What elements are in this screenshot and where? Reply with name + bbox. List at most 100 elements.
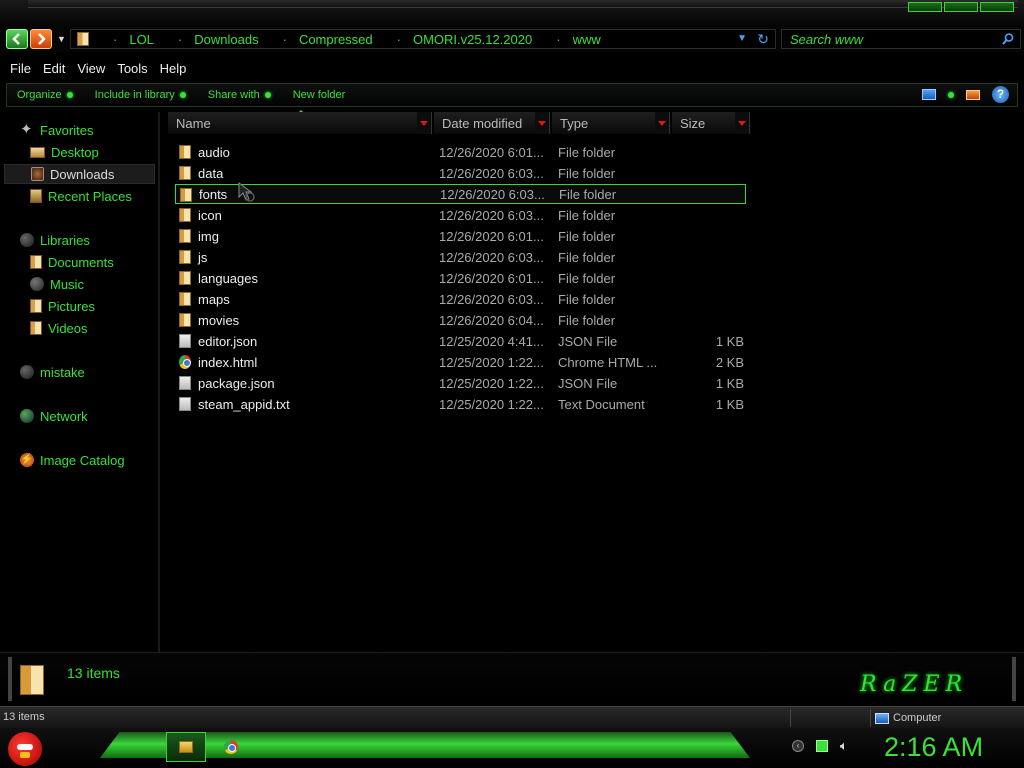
file-size: 1 KB [715, 333, 744, 349]
taskbar-chrome-button[interactable] [224, 740, 238, 754]
dropdown-dot-icon [264, 92, 271, 98]
file-date: 12/26/2020 6:03... [439, 207, 544, 223]
recent-places-icon [30, 189, 42, 203]
network-tray-icon[interactable] [816, 740, 828, 752]
file-icon [179, 334, 191, 348]
breadcrumb-item[interactable]: · Compressed [271, 32, 373, 47]
address-bar[interactable]: · LOL · Downloads · Compressed · OMORI.v25.1… [70, 29, 776, 49]
file-row[interactable]: maps 12/26/2020 6:03... File folder [175, 289, 746, 309]
column-filter-button[interactable] [417, 112, 431, 134]
file-name: img [198, 228, 219, 244]
maximize-button[interactable] [944, 2, 978, 12]
share-label: Share with [207, 89, 260, 101]
column-filter-button[interactable] [655, 112, 669, 134]
new-folder-button[interactable]: New folder [293, 89, 346, 101]
file-row[interactable]: languages 12/26/2020 6:01... File folder [175, 268, 746, 288]
show-hidden-icons-icon[interactable]: ‹ [792, 740, 804, 752]
nav-recent-places[interactable]: Recent Places [30, 186, 186, 206]
file-type: File folder [559, 186, 617, 202]
file-row[interactable]: js 12/26/2020 6:03... File folder [175, 247, 746, 267]
menu-file[interactable]: File [10, 61, 31, 76]
nav-label: Desktop [51, 144, 99, 160]
preview-pane-icon[interactable] [966, 89, 980, 100]
desktop-icon [30, 146, 45, 158]
view-options-dot-icon[interactable] [948, 91, 954, 98]
file-name: steam_appid.txt [198, 396, 290, 412]
nav-pictures[interactable]: Pictures [30, 296, 186, 316]
breadcrumb-item[interactable]: · www [544, 32, 601, 47]
nav-libraries[interactable]: Libraries [20, 230, 176, 250]
change-view-icon[interactable] [922, 89, 936, 100]
menu-edit[interactable]: Edit [43, 61, 65, 76]
file-row[interactable]: editor.json 12/25/2020 4:41... JSON File 1 … [175, 331, 746, 351]
column-header-type[interactable]: Type [552, 112, 670, 134]
column-header-date[interactable]: Date modified [434, 112, 550, 134]
breadcrumb-item[interactable]: · Downloads [166, 32, 259, 47]
nav-videos[interactable]: Videos [30, 318, 186, 338]
chevron-down-icon [738, 120, 746, 126]
help-icon[interactable]: ? [992, 86, 1009, 103]
folder-icon [20, 665, 44, 695]
minimize-button[interactable] [908, 2, 942, 12]
file-name: audio [198, 144, 230, 160]
file-row[interactable]: index.html 12/25/2020 1:22... Chrome HTML … [175, 352, 746, 372]
file-row[interactable]: movies 12/26/2020 6:04... File folder [175, 310, 746, 330]
share-with-button[interactable]: Share with [208, 89, 271, 101]
file-row[interactable]: data 12/26/2020 6:03... File folder [175, 163, 746, 183]
taskbar-clock[interactable]: 2:16 AM [884, 732, 983, 763]
forward-button[interactable] [30, 29, 52, 49]
nav-downloads[interactable]: Downloads [4, 164, 155, 184]
breadcrumb-item[interactable]: · LOL [101, 32, 154, 47]
back-button[interactable] [6, 29, 28, 49]
taskbar-explorer-button[interactable] [166, 732, 206, 762]
volume-icon[interactable]: 🔈︎ [840, 739, 856, 752]
column-header-name[interactable]: Name [168, 112, 432, 134]
search-icon[interactable] [1001, 32, 1015, 46]
nav-mistake[interactable]: mistake [20, 362, 176, 382]
chevron-down-icon[interactable]: ▼ [737, 33, 747, 44]
nav-image-catalog[interactable]: ⚡ Image Catalog [20, 450, 176, 470]
column-filter-button[interactable] [535, 112, 549, 134]
include-in-library-button[interactable]: Include in library [95, 89, 186, 101]
razer-logo: RaZER [860, 672, 969, 697]
new-folder-label: New folder [292, 89, 346, 101]
toolbar-right: ? [922, 86, 1009, 103]
pane-edge [1012, 657, 1016, 701]
status-location-label: Computer [893, 712, 942, 724]
file-type: File folder [558, 165, 616, 181]
file-row[interactable]: audio 12/26/2020 6:01... File folder [175, 142, 746, 162]
recent-pages-dropdown[interactable]: ▼ [57, 34, 66, 44]
file-row[interactable]: package.json 12/25/2020 1:22... JSON File 1… [175, 373, 746, 393]
file-row[interactable]: fonts 12/26/2020 6:03... File folder [175, 184, 746, 204]
nav-music[interactable]: Music [30, 274, 186, 294]
folder-icon [179, 292, 191, 306]
folder-icon [77, 32, 89, 46]
file-date: 12/26/2020 6:03... [439, 291, 544, 307]
nav-network[interactable]: Network [20, 406, 176, 426]
organize-button[interactable]: Organize [17, 89, 73, 101]
navigation-pane: ✦ Favorites Desktop Downloads Recent Plac… [0, 112, 160, 652]
documents-icon [30, 255, 42, 269]
column-header-size[interactable]: Size [672, 112, 750, 134]
homegroup-icon [20, 365, 34, 379]
nav-documents[interactable]: Documents [30, 252, 186, 272]
music-icon [30, 277, 44, 291]
nav-favorites[interactable]: ✦ Favorites [20, 120, 176, 140]
breadcrumb-item[interactable]: · OMORI.v25.12.2020 [385, 32, 533, 47]
file-row[interactable]: steam_appid.txt 12/25/2020 1:22... Text Do… [175, 394, 746, 414]
start-button[interactable] [8, 732, 42, 766]
close-button[interactable] [980, 2, 1014, 12]
file-row[interactable]: img 12/26/2020 6:01... File folder [175, 226, 746, 246]
nav-desktop[interactable]: Desktop [30, 142, 186, 162]
nav-label: Music [50, 276, 84, 292]
file-row[interactable]: icon 12/26/2020 6:03... File folder [175, 205, 746, 225]
search-input[interactable] [790, 32, 990, 47]
folder-icon [179, 313, 191, 327]
network-icon [20, 409, 34, 423]
menu-help[interactable]: Help [160, 61, 187, 76]
chrome-icon [179, 355, 191, 369]
column-filter-button[interactable] [735, 112, 749, 134]
menu-tools[interactable]: Tools [117, 61, 147, 76]
refresh-icon[interactable]: ↻ [757, 31, 769, 48]
menu-view[interactable]: View [77, 61, 105, 76]
